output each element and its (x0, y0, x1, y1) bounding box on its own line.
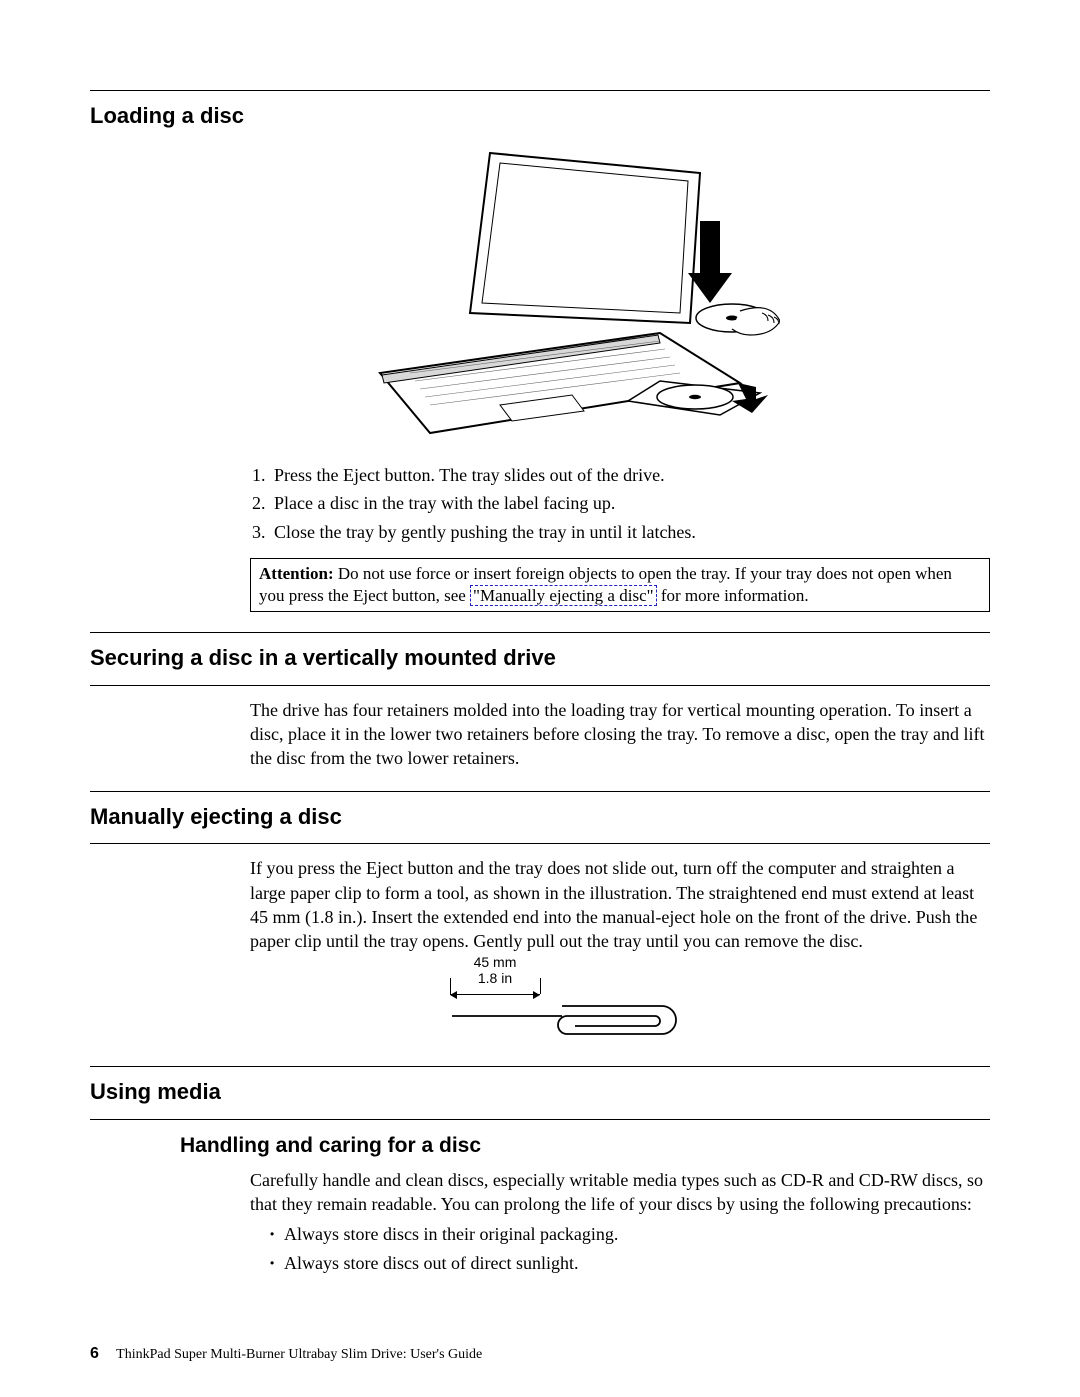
heading-manual-eject: Manually ejecting a disc (90, 802, 990, 832)
attention-note: Attention: Do not use force or insert fo… (250, 558, 990, 612)
attention-label: Attention: (259, 564, 334, 583)
manual-eject-paragraph: If you press the Eject button and the tr… (250, 856, 990, 953)
link-manually-ejecting[interactable]: "Manually ejecting a disc" (470, 585, 657, 606)
laptop-insert-disc-icon (360, 143, 780, 443)
figure-laptop-disc (150, 143, 990, 449)
page-number: 6 (90, 1345, 99, 1362)
attention-text-after: for more information. (657, 586, 809, 605)
loading-step: Press the Eject button. The tray slides … (270, 463, 990, 487)
loading-step: Place a disc in the tray with the label … (270, 491, 990, 515)
section-rule (90, 632, 990, 633)
list-item: Always store discs out of direct sunligh… (270, 1251, 990, 1275)
clip-measure-mm: 45 mm (450, 954, 540, 971)
section-manual-eject: Manually ejecting a disc If you press th… (90, 791, 990, 1046)
securing-paragraph: The drive has four retainers molded into… (250, 698, 990, 771)
page-footer: 6 ThinkPad Super Multi-Burner Ultrabay S… (90, 1343, 482, 1365)
loading-step: Close the tray by gently pushing the tra… (270, 520, 990, 544)
loading-steps-list: Press the Eject button. The tray slides … (270, 463, 990, 544)
section-rule (90, 791, 990, 792)
heading-loading-disc: Loading a disc (90, 101, 990, 131)
section-thin-rule (90, 1119, 990, 1120)
manual-eject-body: If you press the Eject button and the tr… (250, 856, 990, 953)
section-rule (90, 90, 990, 91)
section-thin-rule (90, 685, 990, 686)
section-rule (90, 1066, 990, 1067)
handling-bullets: Always store discs in their original pac… (270, 1222, 990, 1275)
section-thin-rule (90, 843, 990, 844)
footer-doc-title: ThinkPad Super Multi-Burner Ultrabay Sli… (116, 1347, 482, 1362)
section-securing-disc: Securing a disc in a vertically mounted … (90, 632, 990, 771)
paperclip-icon (450, 1000, 690, 1050)
list-item: Always store discs in their original pac… (270, 1222, 990, 1246)
heading-using-media: Using media (90, 1077, 990, 1107)
handling-body: Carefully handle and clean discs, especi… (250, 1168, 990, 1217)
section-loading-disc: Loading a disc (90, 90, 990, 612)
figure-paperclip: 45 mm 1.8 in (150, 960, 990, 1046)
securing-body: The drive has four retainers molded into… (250, 698, 990, 771)
clip-measure-in: 1.8 in (450, 970, 540, 987)
section-using-media: Using media Handling and caring for a di… (90, 1066, 990, 1275)
subheading-handling-disc: Handling and caring for a disc (180, 1132, 990, 1160)
handling-paragraph: Carefully handle and clean discs, especi… (250, 1168, 990, 1217)
heading-securing-disc: Securing a disc in a vertically mounted … (90, 643, 990, 673)
